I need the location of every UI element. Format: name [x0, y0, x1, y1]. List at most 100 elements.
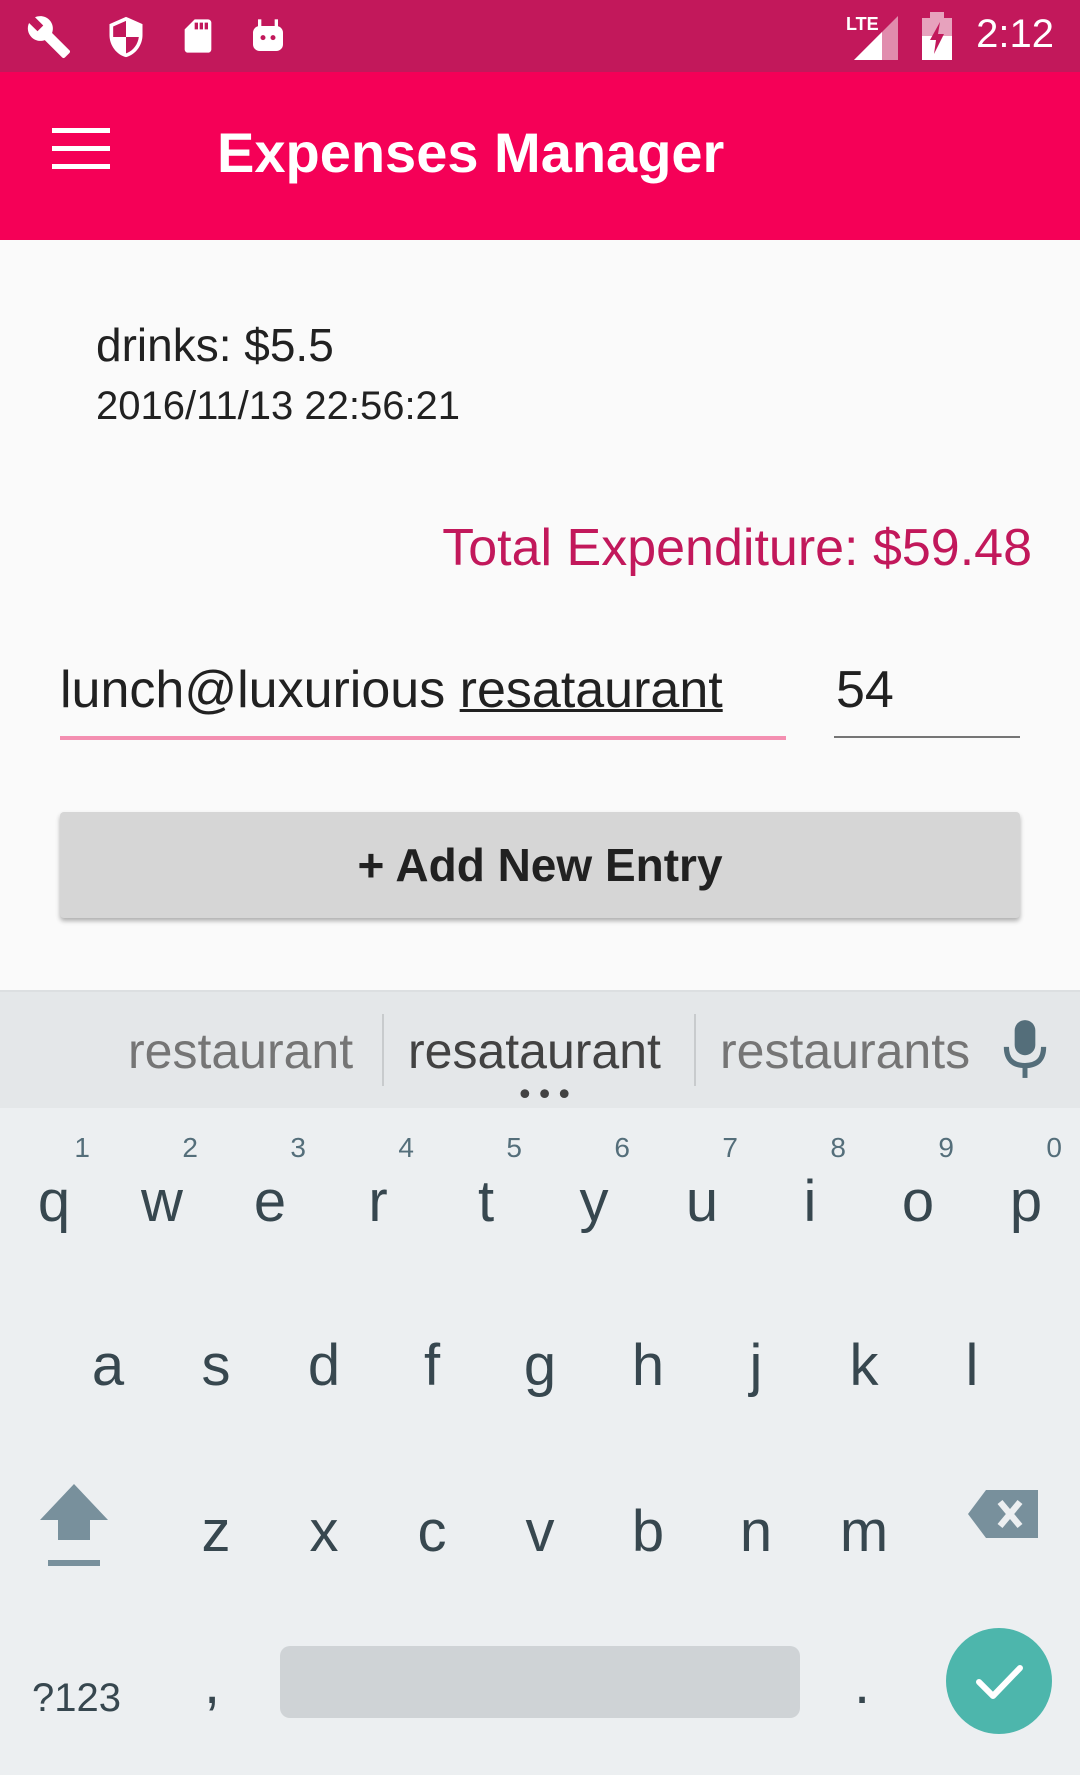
- key-label: g: [523, 1333, 557, 1398]
- key[interactable]: v: [488, 1452, 592, 1602]
- app-title: Expenses Manager: [217, 121, 725, 184]
- amount-input[interactable]: 54: [834, 660, 1020, 738]
- key-label: p: [1009, 1169, 1043, 1234]
- key-hint-number: 9: [938, 1132, 954, 1163]
- key-hint-number: 7: [722, 1132, 738, 1163]
- key-hint-number: 0: [1046, 1132, 1062, 1163]
- wrench-icon: [26, 14, 72, 64]
- key-label: d: [307, 1333, 341, 1398]
- key[interactable]: m: [812, 1452, 916, 1602]
- description-input[interactable]: lunch@luxurious resataurant: [60, 660, 786, 740]
- key[interactable]: h: [596, 1286, 700, 1436]
- key-hint-number: 4: [398, 1132, 414, 1163]
- app-bar: Expenses Manager: [0, 72, 1080, 240]
- key[interactable]: f: [380, 1286, 484, 1436]
- key[interactable]: q1: [2, 1122, 106, 1272]
- microphone-icon[interactable]: [1000, 1018, 1050, 1084]
- symbols-key[interactable]: ?123: [32, 1676, 121, 1721]
- spacebar[interactable]: [280, 1646, 800, 1718]
- key-label: x: [309, 1499, 339, 1564]
- key-label: a: [91, 1333, 125, 1398]
- key[interactable]: l: [920, 1286, 1024, 1436]
- key-label: m: [839, 1499, 889, 1564]
- key-label: e: [253, 1169, 287, 1234]
- soft-keyboard: restaurant resataurant ••• restaurants q…: [0, 990, 1080, 1775]
- entry-timestamp: 2016/11/13 22:56:21: [96, 384, 461, 428]
- status-bar: LTE 2:12: [0, 0, 1080, 72]
- description-text: lunch@luxurious: [60, 661, 460, 719]
- key-hint-number: 6: [614, 1132, 630, 1163]
- key-label: n: [739, 1499, 773, 1564]
- key-label: b: [631, 1499, 665, 1564]
- key[interactable]: c: [380, 1452, 484, 1602]
- comma-key[interactable]: ,: [204, 1650, 220, 1717]
- key[interactable]: n: [704, 1452, 808, 1602]
- key-label: v: [525, 1499, 555, 1564]
- enter-key[interactable]: [946, 1628, 1052, 1734]
- composing-word: resataurant: [459, 661, 723, 719]
- key[interactable]: a: [56, 1286, 160, 1436]
- key[interactable]: b: [596, 1452, 700, 1602]
- key[interactable]: y6: [542, 1122, 646, 1272]
- key[interactable]: w2: [110, 1122, 214, 1272]
- key-label: o: [901, 1169, 935, 1234]
- list-item[interactable]: drinks: $5.5 2016/11/13 22:56:21: [96, 318, 460, 429]
- key-hint-number: 1: [74, 1132, 90, 1163]
- key-label: s: [201, 1333, 231, 1398]
- key-hint-number: 5: [506, 1132, 522, 1163]
- more-suggestions-indicator: •••: [516, 1078, 576, 1113]
- key[interactable]: g: [488, 1286, 592, 1436]
- key-label: c: [417, 1499, 447, 1564]
- key-label: q: [37, 1169, 71, 1234]
- add-entry-button[interactable]: + Add New Entry: [60, 812, 1020, 918]
- key-label: r: [368, 1169, 388, 1234]
- key-label: u: [685, 1169, 719, 1234]
- status-time: 2:12: [976, 12, 1054, 56]
- key-label: l: [965, 1333, 979, 1398]
- signal-icon: LTE: [842, 12, 902, 64]
- shield-icon: [104, 14, 148, 64]
- key-label: w: [141, 1169, 183, 1234]
- key-hint-number: 2: [182, 1132, 198, 1163]
- android-icon: [248, 14, 288, 62]
- key-label: k: [849, 1333, 879, 1398]
- period-key[interactable]: .: [854, 1650, 870, 1717]
- key[interactable]: p0: [974, 1122, 1078, 1272]
- key-label: f: [423, 1333, 441, 1398]
- key[interactable]: k: [812, 1286, 916, 1436]
- divider: [694, 1014, 696, 1086]
- suggestion-left[interactable]: restaurant: [128, 1022, 353, 1080]
- key-label: h: [631, 1333, 665, 1398]
- svg-text:LTE: LTE: [846, 14, 879, 34]
- key[interactable]: t5: [434, 1122, 538, 1272]
- amount-text: 54: [836, 661, 894, 719]
- key[interactable]: z: [164, 1452, 268, 1602]
- key-label: t: [477, 1169, 495, 1234]
- key-label: z: [201, 1499, 231, 1564]
- battery-icon: [922, 12, 952, 64]
- key-label: i: [803, 1169, 817, 1234]
- suggestion-center[interactable]: resataurant: [408, 1022, 661, 1080]
- check-icon: [976, 1665, 1023, 1699]
- sd-card-icon: [178, 14, 218, 62]
- key[interactable]: u7: [650, 1122, 754, 1272]
- key-hint-number: 8: [830, 1132, 846, 1163]
- backspace-icon[interactable]: [966, 1486, 1042, 1546]
- key-label: j: [749, 1333, 763, 1398]
- key-hint-number: 3: [290, 1132, 306, 1163]
- menu-icon[interactable]: [52, 128, 116, 184]
- key[interactable]: o9: [866, 1122, 970, 1272]
- key[interactable]: d: [272, 1286, 376, 1436]
- total-expenditure: Total Expenditure: $59.48: [442, 519, 1032, 577]
- suggestion-strip: restaurant resataurant ••• restaurants: [0, 990, 1080, 1113]
- entry-label: drinks: $5.5: [96, 319, 334, 371]
- key[interactable]: j: [704, 1286, 808, 1436]
- key[interactable]: x: [272, 1452, 376, 1602]
- shift-key[interactable]: [36, 1480, 112, 1580]
- key[interactable]: i8: [758, 1122, 862, 1272]
- key[interactable]: e3: [218, 1122, 322, 1272]
- suggestion-right[interactable]: restaurants: [720, 1022, 970, 1080]
- divider: [382, 1014, 384, 1086]
- key[interactable]: s: [164, 1286, 268, 1436]
- key[interactable]: r4: [326, 1122, 430, 1272]
